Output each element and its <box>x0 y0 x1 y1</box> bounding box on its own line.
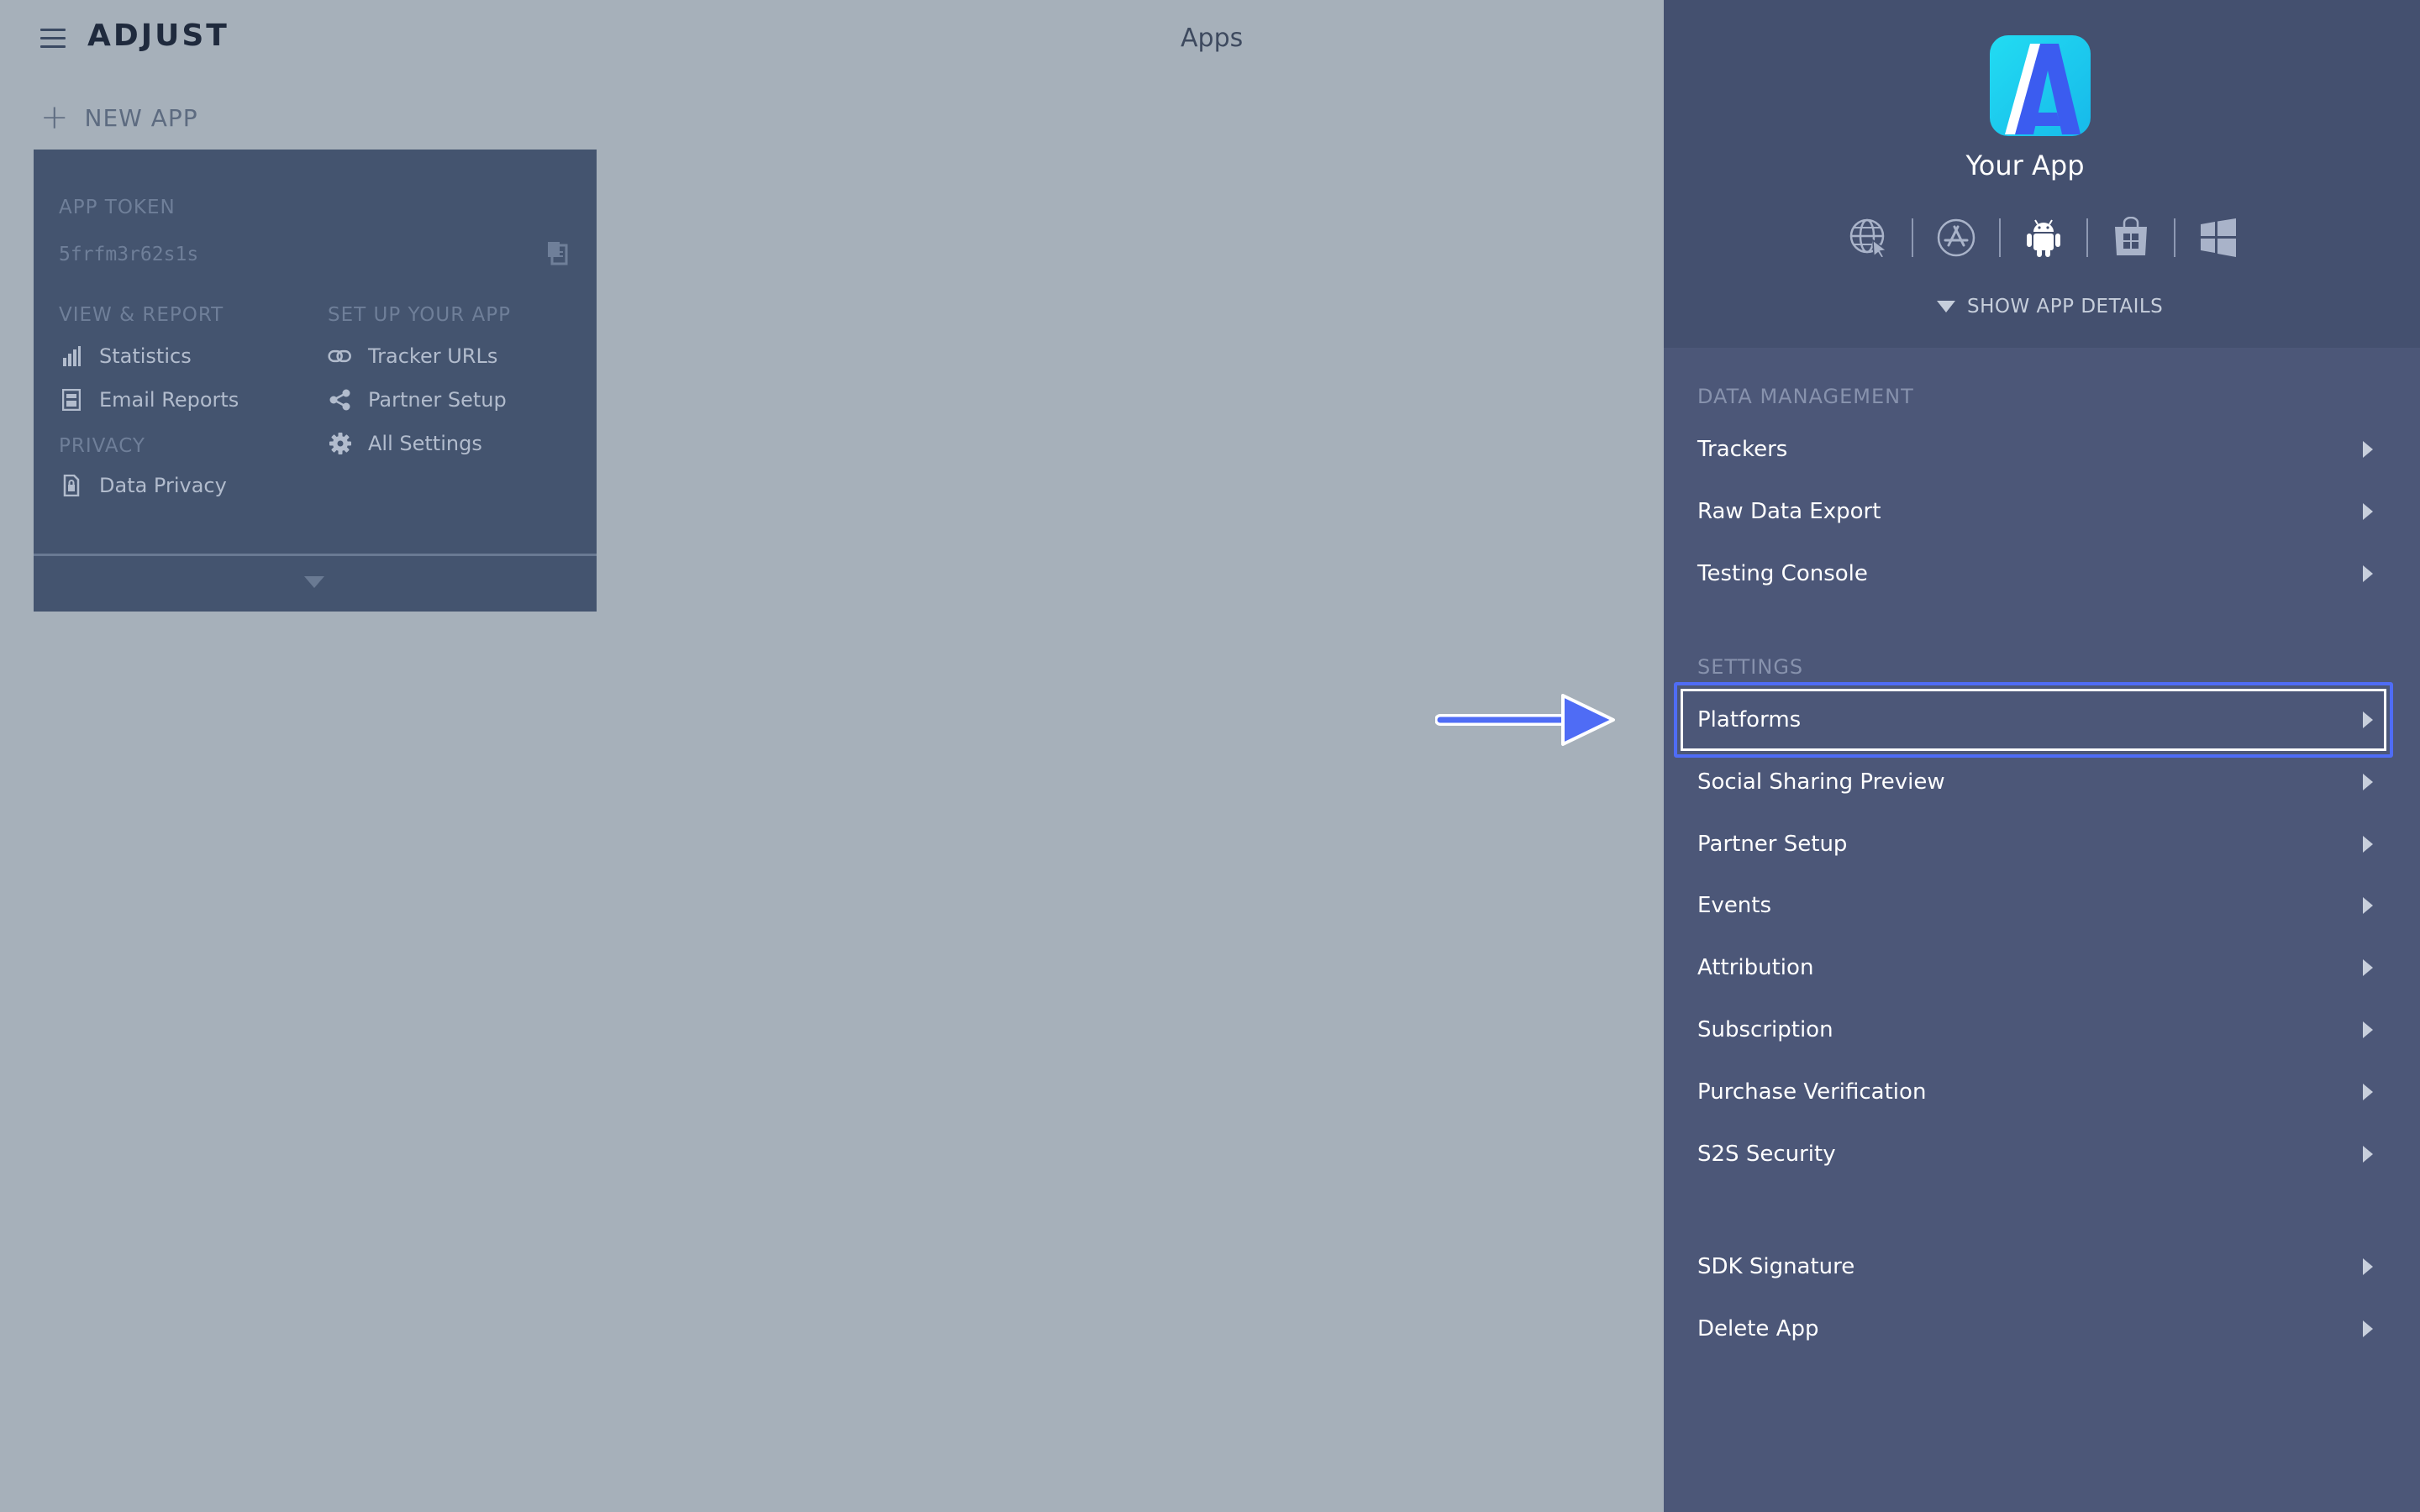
document-lock-icon <box>59 474 84 497</box>
statistics-link[interactable]: Statistics <box>59 344 192 368</box>
partner-setup-link[interactable]: Partner Setup <box>328 388 507 412</box>
chevron-right-icon <box>2363 897 2373 914</box>
menu-item-label: Subscription <box>1697 1017 1833 1042</box>
menu-item-purchase-verification[interactable]: Purchase Verification <box>1664 1063 2420 1121</box>
setup-heading: SET UP YOUR APP <box>328 304 512 326</box>
windows-icon[interactable] <box>2194 213 2243 262</box>
menu-item-raw-data-export[interactable]: Raw Data Export <box>1664 482 2420 541</box>
menu-item-social-sharing-preview[interactable]: Social Sharing Preview <box>1664 753 2420 811</box>
all-settings-label: All Settings <box>368 432 482 455</box>
app-token-value: 5frfm3r62s1s <box>59 244 199 265</box>
link-icon <box>328 344 353 368</box>
data-management-heading: DATA MANAGEMENT <box>1697 385 1914 408</box>
menu-item-label: Purchase Verification <box>1697 1079 1927 1105</box>
menu-item-label: Attribution <box>1697 955 1814 980</box>
chevron-right-icon <box>2363 1021 2373 1038</box>
menu-item-label: Social Sharing Preview <box>1697 769 1945 795</box>
android-icon[interactable] <box>2019 213 2068 262</box>
menu-item-platforms[interactable]: Platforms <box>1674 682 2393 758</box>
chevron-right-icon <box>2363 774 2373 790</box>
hamburger-menu-icon[interactable] <box>40 29 66 49</box>
app-name: Your App <box>1965 150 2085 181</box>
platform-divider <box>1912 218 1913 257</box>
email-reports-label: Email Reports <box>99 388 239 412</box>
chevron-right-icon <box>2363 441 2373 458</box>
menu-item-label: Delete App <box>1697 1316 1819 1341</box>
adjust-logo[interactable]: ADJUST <box>87 18 229 53</box>
web-icon[interactable] <box>1844 213 1893 262</box>
chevron-right-icon <box>2363 503 2373 520</box>
platform-divider <box>2174 218 2175 257</box>
partner-setup-label: Partner Setup <box>368 388 507 412</box>
gear-icon <box>328 432 353 455</box>
view-report-heading: VIEW & REPORT <box>59 304 224 326</box>
menu-item-label: SDK Signature <box>1697 1254 1855 1279</box>
triangle-down-icon <box>1937 301 1955 312</box>
email-report-icon <box>59 388 84 412</box>
menu-item-label: Events <box>1697 893 1772 918</box>
bar-chart-icon <box>59 344 84 368</box>
app-icon <box>1990 35 2091 136</box>
annotation-arrow <box>1435 694 1615 746</box>
card-footer <box>34 554 597 612</box>
chevron-right-icon <box>2363 836 2373 853</box>
data-privacy-label: Data Privacy <box>99 474 227 497</box>
expand-caret-icon[interactable] <box>304 576 324 588</box>
all-settings-link[interactable]: All Settings <box>328 432 482 455</box>
data-privacy-link[interactable]: Data Privacy <box>59 474 227 497</box>
menu-item-delete-app[interactable]: Delete App <box>1664 1299 2420 1358</box>
email-reports-link[interactable]: Email Reports <box>59 388 239 412</box>
menu-item-label: S2S Security <box>1697 1142 1836 1167</box>
panel-header: Your App SHOW APP DETAILS <box>1664 0 2420 348</box>
settings-heading: SETTINGS <box>1697 655 1804 679</box>
plus-icon: + <box>40 98 70 137</box>
menu-item-attribution[interactable]: Attribution <box>1664 938 2420 997</box>
chevron-right-icon <box>2363 1258 2373 1275</box>
share-icon <box>328 388 353 412</box>
menu-item-label: Platforms <box>1697 707 1802 732</box>
privacy-heading: PRIVACY <box>59 435 145 457</box>
chevron-right-icon <box>2363 1146 2373 1163</box>
platform-divider <box>1999 218 2001 257</box>
menu-item-label: Testing Console <box>1697 561 1868 586</box>
platform-selector <box>1844 213 2243 262</box>
app-card: APP TOKEN 5frfm3r62s1s VIEW & REPORT Sta… <box>34 150 597 612</box>
show-app-details-toggle[interactable]: SHOW APP DETAILS <box>1937 296 2163 318</box>
menu-item-partner-setup[interactable]: Partner Setup <box>1664 815 2420 874</box>
chevron-right-icon <box>2363 711 2373 728</box>
menu-item-events[interactable]: Events <box>1664 876 2420 935</box>
menu-item-label: Partner Setup <box>1697 832 1848 857</box>
copy-icon[interactable] <box>546 240 568 265</box>
tracker-urls-link[interactable]: Tracker URLs <box>328 344 497 368</box>
app-settings-panel: Your App SHOW APP DETAILS DATA MANAGEMEN… <box>1664 0 2420 1512</box>
chevron-right-icon <box>2363 959 2373 976</box>
statistics-label: Statistics <box>99 344 192 368</box>
chevron-right-icon <box>2363 565 2373 582</box>
tracker-urls-label: Tracker URLs <box>368 344 498 368</box>
show-app-details-label: SHOW APP DETAILS <box>1967 296 2164 318</box>
menu-item-label: Raw Data Export <box>1697 499 1881 524</box>
windows-store-icon[interactable] <box>2107 213 2155 262</box>
menu-item-label: Trackers <box>1697 437 1788 462</box>
app-token-label: APP TOKEN <box>59 197 176 218</box>
chevron-right-icon <box>2363 1320 2373 1337</box>
menu-item-s2s-security[interactable]: S2S Security <box>1664 1125 2420 1184</box>
page-title: Apps <box>1181 24 1244 53</box>
menu-item-sdk-signature[interactable]: SDK Signature <box>1664 1237 2420 1296</box>
new-app-button[interactable]: + NEW APP <box>40 101 198 134</box>
new-app-label: NEW APP <box>84 103 198 132</box>
chevron-right-icon <box>2363 1084 2373 1100</box>
menu-item-subscription[interactable]: Subscription <box>1664 1000 2420 1059</box>
top-bar: ADJUST Apps <box>0 0 1664 84</box>
platform-divider <box>2086 218 2088 257</box>
menu-item-testing-console[interactable]: Testing Console <box>1664 544 2420 603</box>
menu-item-trackers[interactable]: Trackers <box>1664 420 2420 479</box>
app-store-icon[interactable] <box>1932 213 1981 262</box>
